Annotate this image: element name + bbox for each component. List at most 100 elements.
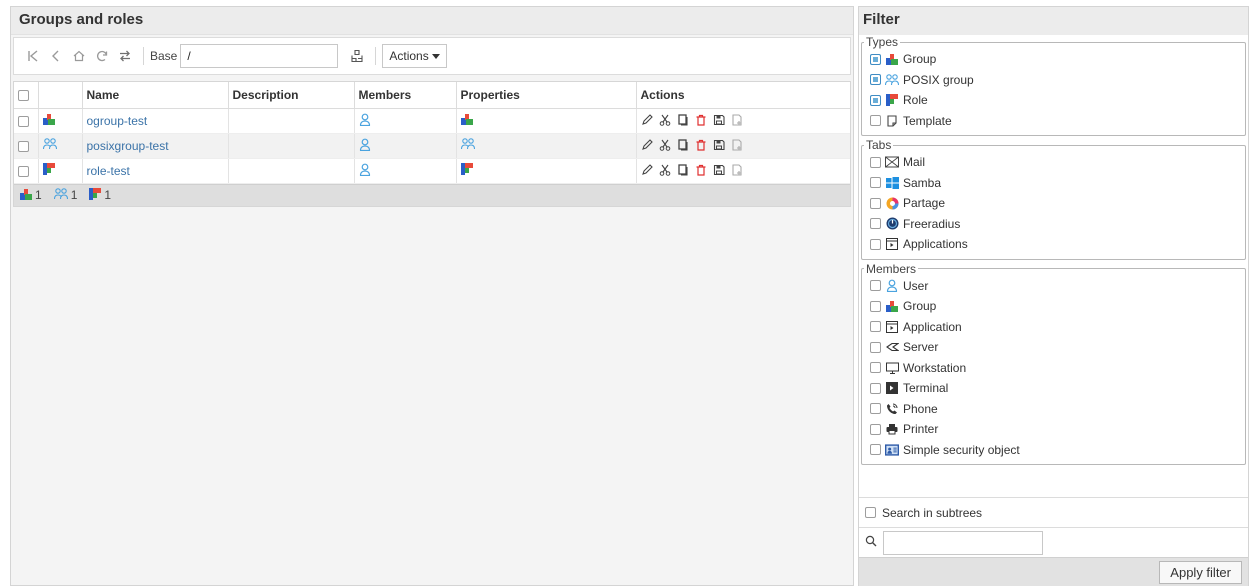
row-members-cell [354, 108, 457, 134]
filter-tab-applications[interactable]: Applications [870, 234, 1237, 255]
search-subtrees-checkbox[interactable] [865, 507, 876, 518]
table-row[interactable]: role-test [14, 158, 850, 184]
description-column-header[interactable]: Description [228, 82, 355, 109]
home-icon[interactable] [68, 45, 90, 67]
select-all-header[interactable] [14, 82, 39, 109]
member-user-checkbox[interactable] [870, 280, 881, 292]
member-terminal-checkbox[interactable] [870, 382, 881, 394]
save-icon[interactable] [713, 138, 725, 152]
type-posix-checkbox[interactable] [870, 74, 881, 86]
edit-icon[interactable] [641, 138, 653, 152]
cut-icon[interactable] [659, 163, 671, 177]
row-checkbox[interactable] [18, 140, 29, 152]
actions-menu-button[interactable]: Actions [382, 44, 447, 68]
template-icon[interactable] [731, 138, 743, 152]
cut-icon[interactable] [659, 138, 671, 152]
filter-member-workstation[interactable]: Workstation [870, 358, 1237, 379]
filter-member-group[interactable]: Group [870, 296, 1237, 317]
select-all-checkbox[interactable] [18, 90, 29, 102]
copy-icon[interactable] [677, 163, 689, 177]
base-input[interactable] [180, 44, 339, 68]
group-icon [20, 188, 32, 203]
filter-member-application[interactable]: Application [870, 317, 1237, 338]
filter-tab-samba[interactable]: Samba [870, 173, 1237, 194]
filter-type-role[interactable]: Role [870, 90, 1237, 111]
member-phone-label: Phone [903, 401, 938, 416]
member-application-checkbox[interactable] [870, 321, 881, 333]
user-icon[interactable] [359, 138, 371, 154]
table-row[interactable]: posixgroup-test [14, 133, 850, 159]
member-group-checkbox[interactable] [870, 300, 881, 312]
first-page-icon[interactable] [22, 45, 44, 67]
member-server-checkbox[interactable] [870, 341, 881, 353]
member-workstation-checkbox[interactable] [870, 362, 881, 374]
filter-type-posix-group[interactable]: POSIX group [870, 70, 1237, 91]
member-security-checkbox[interactable] [870, 444, 881, 456]
filter-tab-freeradius[interactable]: Freeradius [870, 214, 1237, 235]
edit-icon[interactable] [641, 163, 653, 177]
tab-applications-checkbox[interactable] [870, 238, 881, 250]
tab-freeradius-checkbox[interactable] [870, 218, 881, 230]
row-name-link[interactable]: role-test [87, 164, 130, 178]
filter-search-input[interactable] [883, 530, 1043, 555]
copy-icon[interactable] [677, 113, 689, 127]
properties-column-header: Properties [456, 82, 637, 109]
row-checkbox[interactable] [18, 115, 29, 127]
type-group-checkbox[interactable] [870, 53, 881, 65]
tab-samba-checkbox[interactable] [870, 177, 881, 189]
apply-filter-button[interactable]: Apply filter [1159, 561, 1242, 584]
member-application-label: Application [903, 319, 962, 334]
table-row[interactable]: ogroup-test [14, 108, 850, 134]
groups-table: Name Description Members Properties Acti… [13, 81, 851, 207]
name-column-header[interactable]: Name [82, 82, 229, 109]
type-template-checkbox[interactable] [870, 115, 881, 127]
tab-freeradius-label: Freeradius [903, 216, 961, 231]
type-template-label: Template [903, 113, 952, 128]
base-tree-icon[interactable] [346, 45, 368, 67]
row-name-link[interactable]: ogroup-test [87, 114, 148, 128]
refresh-icon[interactable] [91, 45, 113, 67]
delete-icon[interactable] [695, 113, 707, 127]
cut-icon[interactable] [659, 113, 671, 127]
member-printer-checkbox[interactable] [870, 423, 881, 435]
delete-icon[interactable] [695, 138, 707, 152]
posix-group-icon [885, 73, 899, 87]
tab-partage-checkbox[interactable] [870, 197, 881, 209]
tab-mail-label: Mail [903, 155, 926, 170]
copy-icon[interactable] [677, 138, 689, 152]
posix-group-icon [53, 187, 68, 203]
filter-type-template[interactable]: Template [870, 111, 1237, 132]
filter-type-group[interactable]: Group [870, 49, 1237, 70]
search-subtrees-option[interactable]: Search in subtrees [859, 497, 1248, 527]
filter-member-security-object[interactable]: Simple security object [870, 440, 1237, 461]
delete-icon[interactable] [695, 163, 707, 177]
row-name-link[interactable]: posixgroup-test [87, 139, 169, 153]
mail-icon [885, 155, 899, 169]
template-icon[interactable] [731, 163, 743, 177]
type-role-checkbox[interactable] [870, 94, 881, 106]
filter-member-user[interactable]: User [870, 276, 1237, 297]
template-icon[interactable] [731, 113, 743, 127]
edit-icon[interactable] [641, 113, 653, 127]
row-checkbox[interactable] [18, 165, 29, 177]
filter-member-server[interactable]: Server [870, 337, 1237, 358]
user-icon [885, 279, 899, 293]
filter-member-phone[interactable]: Phone [870, 399, 1237, 420]
table-footer-counts: 1 1 1 [14, 183, 850, 206]
filter-tab-partage[interactable]: Partage [870, 193, 1237, 214]
members-legend: Members [866, 261, 917, 276]
filter-member-printer[interactable]: Printer [870, 419, 1237, 440]
row-description [228, 133, 355, 159]
member-phone-checkbox[interactable] [870, 403, 881, 415]
back-icon[interactable] [45, 45, 67, 67]
save-icon[interactable] [713, 163, 725, 177]
user-icon[interactable] [359, 163, 371, 179]
groups-roles-panel: Groups and roles Base Actions [10, 6, 854, 586]
switch-icon[interactable] [114, 45, 136, 67]
filter-tab-mail[interactable]: Mail [870, 152, 1237, 173]
user-icon[interactable] [359, 113, 371, 129]
save-icon[interactable] [713, 113, 725, 127]
printer-icon [885, 422, 899, 436]
filter-member-terminal[interactable]: Terminal [870, 378, 1237, 399]
tab-mail-checkbox[interactable] [870, 156, 881, 168]
